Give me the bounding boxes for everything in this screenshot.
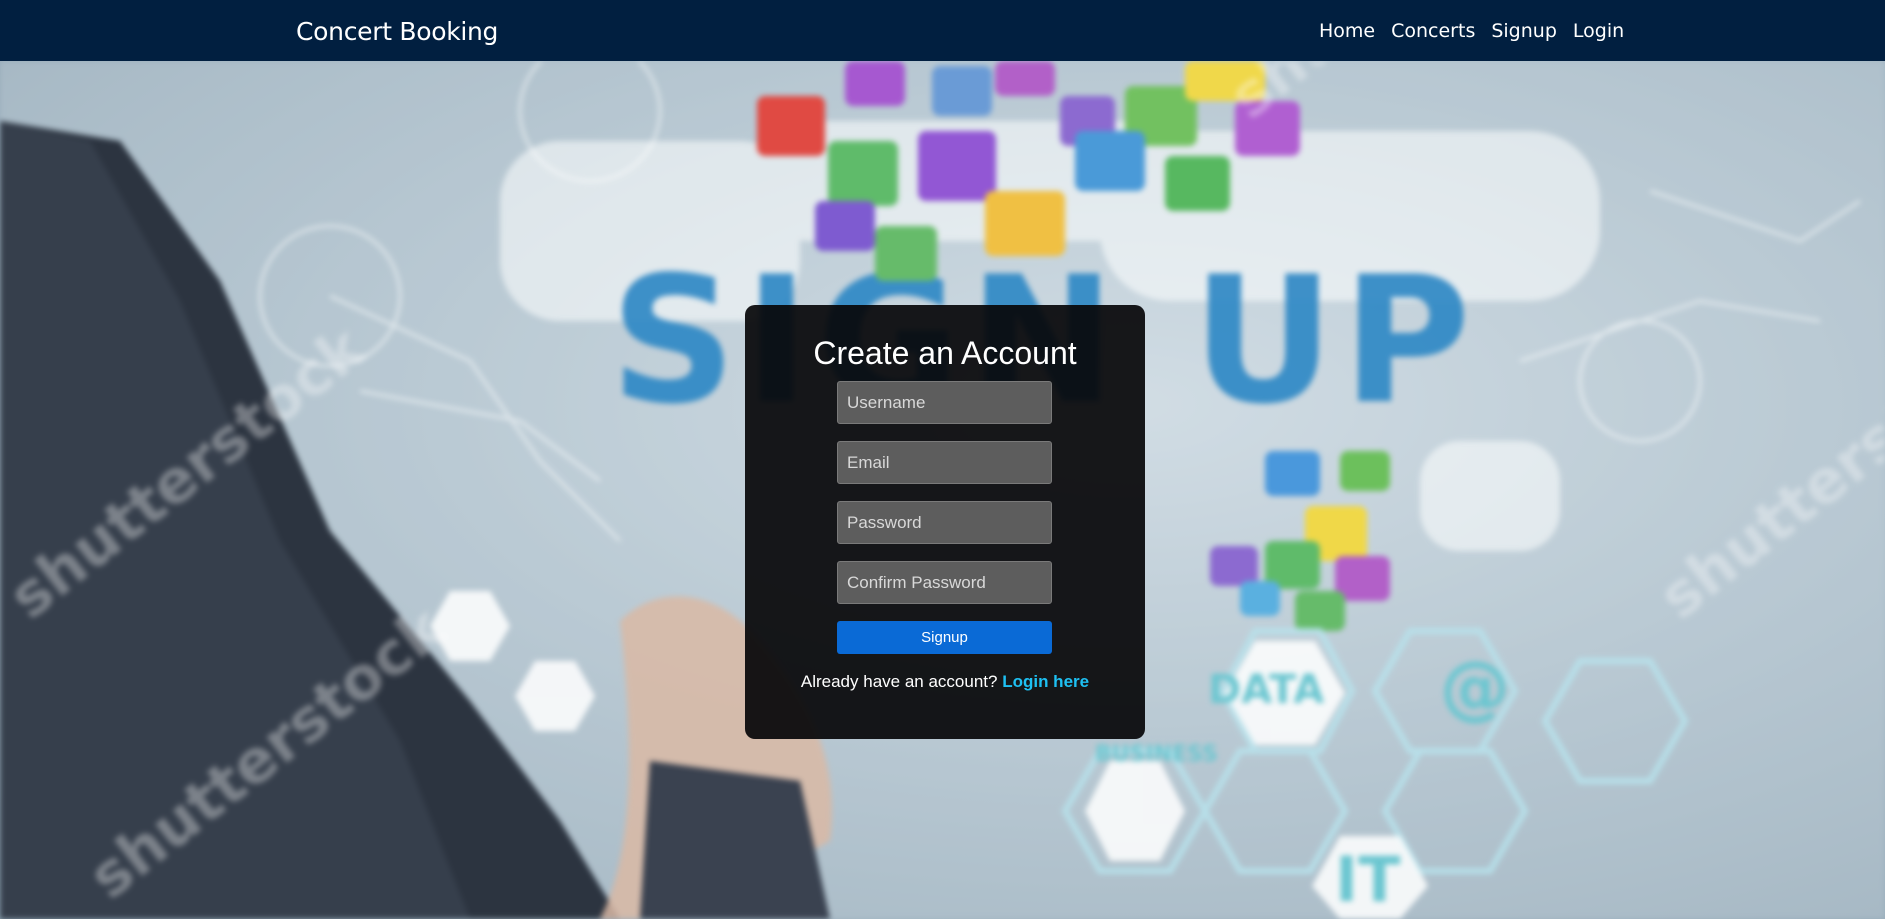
form-title: Create an Account [813, 335, 1077, 371]
signup-button[interactable]: Signup [837, 621, 1052, 654]
password-input[interactable] [837, 501, 1052, 544]
page: Concert Booking Home Concerts Signup Log… [0, 0, 1885, 919]
confirm-password-input[interactable] [837, 561, 1052, 604]
hex-label-business: BUSINESS [1095, 742, 1218, 767]
login-here-link[interactable]: Login here [1002, 672, 1089, 691]
nav-link-login[interactable]: Login [1573, 20, 1624, 42]
email-input[interactable] [837, 441, 1052, 484]
navbar: Concert Booking Home Concerts Signup Log… [0, 0, 1885, 61]
username-input[interactable] [837, 381, 1052, 424]
signup-card: Create an Account Signup Already have an… [745, 305, 1145, 739]
nav-link-concerts[interactable]: Concerts [1391, 20, 1475, 42]
nav-links: Home Concerts Signup Login [1319, 20, 1640, 42]
brand-logo[interactable]: Concert Booking [296, 17, 498, 46]
nav-link-home[interactable]: Home [1319, 20, 1375, 42]
login-prompt-text: Already have an account? [800, 672, 998, 691]
hex-label-at: @ [1440, 646, 1510, 728]
hex-label-data: DATA [1208, 667, 1324, 713]
hex-label-it: IT [1335, 843, 1400, 916]
nav-link-signup[interactable]: Signup [1491, 20, 1557, 42]
login-prompt: Already have an account? Login here [745, 672, 1145, 692]
